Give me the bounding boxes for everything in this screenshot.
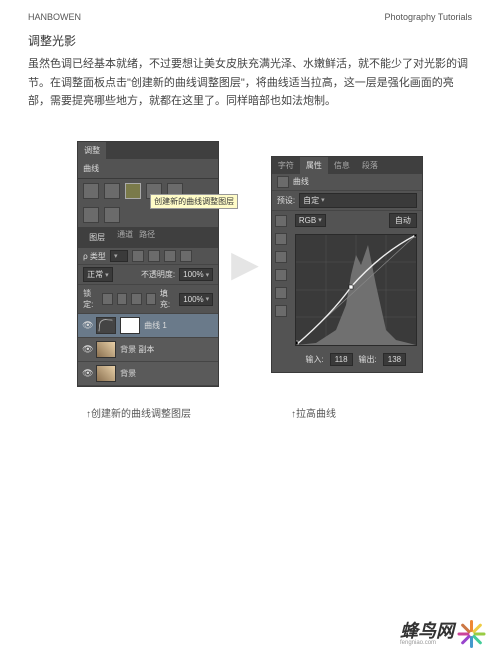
curves-tooltip: 创建新的曲线调整图层 <box>150 194 238 209</box>
output-label: 输出: <box>359 354 377 365</box>
type-label: ρ 类型 <box>83 251 106 262</box>
layers-tabs: 图层 通道 路径 <box>78 227 218 248</box>
output-value[interactable]: 138 <box>383 353 406 366</box>
curve-sub-label: 曲线 <box>78 159 218 179</box>
layer-thumb-icon <box>96 341 116 358</box>
opacity-label: 不透明度: <box>141 269 175 280</box>
layer-name: 曲线 1 <box>144 320 167 331</box>
caption-left: ↑创建新的曲线调整图层 <box>86 405 191 420</box>
adjust-icon-hue[interactable] <box>83 207 99 223</box>
layer-row-curves1[interactable]: 👁 曲线 1 <box>78 314 218 338</box>
curves-graph[interactable] <box>295 234 417 346</box>
adjust-icon-brightness[interactable] <box>83 183 99 199</box>
layer-row-bgcopy[interactable]: 👁 背景 副本 <box>78 338 218 362</box>
tool-point-icon[interactable] <box>275 215 287 227</box>
preset-label: 预设: <box>277 195 295 206</box>
tool-smooth-icon[interactable] <box>275 251 287 263</box>
lock-icon-3[interactable] <box>131 293 141 305</box>
lock-icon-1[interactable] <box>102 293 112 305</box>
adjust-icon-levels[interactable] <box>104 183 120 199</box>
section-title: 调整光影 <box>28 32 472 49</box>
tab-paragraph[interactable]: 段落 <box>356 157 384 174</box>
fill-label: 填充: <box>160 288 175 310</box>
adjustments-panel: 调整 曲线 创建新的曲线调整图层 图层 通道 路径 ρ 类型 <box>77 141 219 387</box>
blend-mode-dropdown[interactable]: 正常 <box>83 267 113 282</box>
lock-label: 锁定: <box>83 288 98 310</box>
curves-icon <box>277 176 289 188</box>
tab-adjust[interactable]: 调整 <box>78 142 106 159</box>
layer-thumb-icon <box>96 365 116 382</box>
tool-draw-icon[interactable] <box>275 233 287 245</box>
brand-left: HANBOWEN <box>28 12 81 22</box>
preset-dropdown[interactable]: 自定 <box>299 193 417 208</box>
section-body: 虽然色调已经基本就绪，不过要想让美女皮肤充满光泽、水嫩鲜活，就不能少了对光影的调… <box>28 55 472 111</box>
curve-label: 曲线 <box>293 176 309 187</box>
tab-info[interactable]: 信息 <box>328 157 356 174</box>
fill-value[interactable]: 100% <box>179 293 213 306</box>
visibility-icon[interactable]: 👁 <box>82 320 92 331</box>
visibility-icon[interactable]: 👁 <box>82 344 92 355</box>
tool-white-eyedrop-icon[interactable] <box>275 305 287 317</box>
input-label: 输入: <box>306 354 324 365</box>
logo-burst-icon <box>458 618 486 646</box>
tool-black-eyedrop-icon[interactable] <box>275 269 287 281</box>
channel-dropdown[interactable]: RGB <box>295 214 326 227</box>
adjust-icon-curves[interactable] <box>125 183 141 199</box>
tab-paths[interactable]: 路径 <box>139 229 155 246</box>
layer-name: 背景 副本 <box>120 344 154 355</box>
opacity-value[interactable]: 100% <box>179 268 213 281</box>
tab-channels[interactable]: 通道 <box>117 229 133 246</box>
tab-char[interactable]: 字符 <box>272 157 300 174</box>
mask-thumb-icon <box>120 317 140 334</box>
type-dropdown[interactable] <box>110 250 128 262</box>
tool-gray-eyedrop-icon[interactable] <box>275 287 287 299</box>
arrow-icon: ▶ <box>231 243 259 285</box>
filter-icon-4[interactable] <box>180 250 192 262</box>
adjust-icon-bw[interactable] <box>104 207 120 223</box>
tab-properties[interactable]: 属性 <box>300 157 328 174</box>
layer-name: 背景 <box>120 368 136 379</box>
layer-row-bg[interactable]: 👁 背景 <box>78 362 218 386</box>
logo-text: 蜂鸟网 <box>400 621 454 641</box>
filter-icon-1[interactable] <box>132 250 144 262</box>
caption-right: ↑拉高曲线 <box>291 405 336 420</box>
filter-icon-3[interactable] <box>164 250 176 262</box>
site-logo: 蜂鸟网 fengniao.com <box>400 617 486 646</box>
input-value[interactable]: 118 <box>330 353 353 366</box>
tab-layers[interactable]: 图层 <box>83 229 111 246</box>
visibility-icon[interactable]: 👁 <box>82 368 92 379</box>
brand-right: Photography Tutorials <box>384 12 472 22</box>
lock-icon-2[interactable] <box>117 293 127 305</box>
filter-icon-2[interactable] <box>148 250 160 262</box>
auto-button[interactable]: 自动 <box>389 213 417 228</box>
properties-panel: 字符 属性 信息 段落 曲线 预设: 自定 <box>271 156 423 373</box>
curves-thumb-icon <box>96 317 116 334</box>
lock-icon-4[interactable] <box>146 293 156 305</box>
